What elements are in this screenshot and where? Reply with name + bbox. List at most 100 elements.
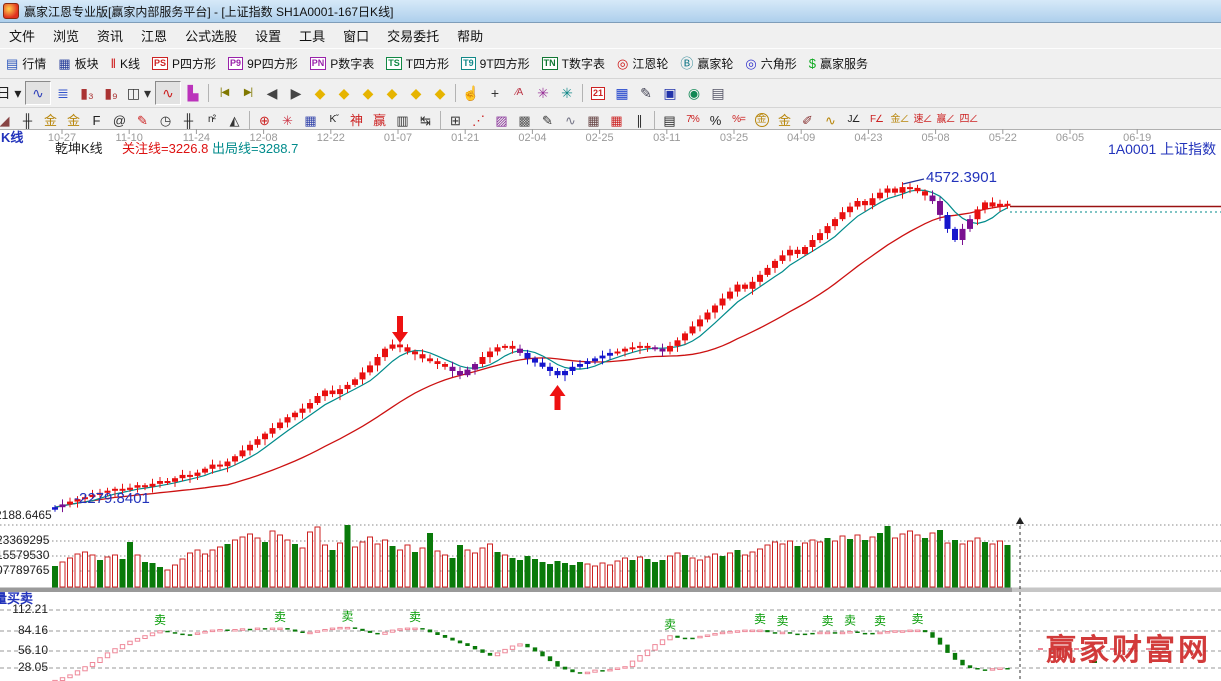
ying-angle-icon[interactable]: 赢∠ — [934, 110, 957, 130]
calendar-icon[interactable]: 21 — [586, 82, 610, 104]
menu-item-4[interactable]: 公式选股 — [176, 23, 246, 48]
toolbar-button-9t-square[interactable]: T99T四方形 — [455, 52, 536, 75]
chart-canvas[interactable]: 10-2711-1011-2412-0812-2201-0701-2102-04… — [0, 129, 1221, 681]
toolbar-button-hexagon[interactable]: ◎六角形 — [739, 52, 802, 75]
menu-item-5[interactable]: 设置 — [246, 23, 290, 48]
wave-zoom-icon[interactable]: ∿ — [155, 81, 181, 105]
trend-line-mode-icon[interactable]: ∿ — [25, 81, 51, 105]
f-comb-icon[interactable]: F — [85, 110, 108, 130]
pct-lines-icon[interactable]: %= — [727, 110, 750, 130]
nav-next-icon[interactable]: ▶ — [284, 82, 308, 104]
rb-grid-icon[interactable]: ▦ — [299, 110, 322, 130]
toolbar-button-kline[interactable]: ‖K线 — [105, 52, 146, 75]
time-circle-icon[interactable]: ◷ — [154, 110, 177, 130]
zoom-vout-diamond-icon[interactable]: ◆ — [404, 82, 428, 104]
pencil-ruler-icon[interactable]: ✎ — [131, 110, 154, 130]
toolbar-button-p-square[interactable]: PSP四方形 — [146, 52, 222, 75]
gold-lines-icon[interactable]: 金 — [773, 110, 796, 130]
candle-style-dropdown-icon[interactable]: ◫ ▾ — [123, 82, 155, 104]
j-angle-icon[interactable]: J∠ — [842, 110, 865, 130]
pane-splitter-track[interactable] — [1012, 588, 1221, 593]
save-icon[interactable]: ▣ — [658, 82, 682, 104]
menu-item-6[interactable]: 工具 — [290, 23, 334, 48]
zoom-left-diamond-icon[interactable]: ◆ — [308, 82, 332, 104]
comb-icon[interactable]: ╫ — [177, 110, 200, 130]
crosshair-tool-icon[interactable]: + — [483, 82, 507, 104]
winner-wheel-icon: Ⓑ — [680, 57, 693, 70]
calculator-icon[interactable]: ▦ — [610, 82, 634, 104]
toolbar-button-winner-wheel[interactable]: Ⓑ赢家轮 — [674, 52, 739, 75]
eraser-icon[interactable]: ◢ — [0, 110, 16, 130]
zoom-vin-diamond-icon[interactable]: ◆ — [428, 82, 452, 104]
spiral-icon[interactable]: @ — [108, 110, 131, 130]
purple-grid-icon[interactable]: ▨ — [490, 110, 513, 130]
grid-dark-icon[interactable]: ▦ — [582, 110, 605, 130]
n-squared-icon[interactable]: n² — [200, 110, 223, 130]
toolbar-button-t-square[interactable]: TST四方形 — [380, 52, 455, 75]
toolbar-button-quotes[interactable]: ▤行情 — [0, 52, 52, 75]
star-purple-tool-icon[interactable]: ✳ — [531, 82, 555, 104]
mirror-angle-icon[interactable]: ◭ — [223, 110, 246, 130]
gold-comb-1-icon[interactable]: 金 — [39, 110, 62, 130]
candle — [885, 189, 891, 193]
nav-last-icon[interactable]: ▶| — [236, 82, 260, 104]
pct-angle-icon[interactable]: 7% — [681, 110, 704, 130]
toolbar-button-9p-square[interactable]: P99P四方形 — [222, 52, 304, 75]
fan-lines-icon[interactable]: ⋰ — [467, 110, 490, 130]
zoom-right-diamond-icon[interactable]: ◆ — [332, 82, 356, 104]
speed-angle-icon[interactable]: 速∠ — [911, 110, 934, 130]
shen-tool-icon[interactable]: 神 — [345, 110, 368, 130]
price-bars-icon[interactable]: ▤ — [658, 110, 681, 130]
web-update-icon[interactable]: ◉ — [682, 82, 706, 104]
h-span-icon[interactable]: ↹ — [414, 110, 437, 130]
bars-3-icon[interactable]: ▮₃ — [75, 82, 99, 104]
menu-item-1[interactable]: 浏览 — [44, 23, 88, 48]
hand-tool-icon[interactable]: ☝ — [459, 82, 483, 104]
candle-pencil-icon[interactable]: ✐ — [796, 110, 819, 130]
toolbar-button-p-number-table[interactable]: PNP数字表 — [304, 52, 381, 75]
percent-icon[interactable]: % — [704, 110, 727, 130]
zoom-hout-diamond-icon[interactable]: ◆ — [356, 82, 380, 104]
print-icon[interactable]: ▤ — [706, 82, 730, 104]
zigzag-icon[interactable]: ∿ — [559, 110, 582, 130]
info-f10-icon[interactable]: ≣ — [51, 82, 75, 104]
wave-gold-icon[interactable]: ∿ — [819, 110, 842, 130]
menu-item-7[interactable]: 窗口 — [334, 23, 378, 48]
gold-comb-2-icon[interactable]: 金 — [62, 110, 85, 130]
nav-prev-icon[interactable]: ◀ — [260, 82, 284, 104]
toolbar-button-sectors[interactable]: ▦板块 — [52, 52, 104, 75]
gold-circle-icon[interactable]: 金 — [750, 110, 773, 130]
title-bar[interactable]: 赢家江恩专业版[赢家内部服务平台] - [上证指数 SH1A0001-167日K… — [0, 0, 1221, 23]
menu-item-8[interactable]: 交易委托 — [378, 23, 448, 48]
toolbar-button-t-number-table[interactable]: TNT数字表 — [536, 52, 611, 75]
menu-item-3[interactable]: 江恩 — [132, 23, 176, 48]
color-histogram-icon[interactable]: ▙ — [181, 82, 205, 104]
star-teal-tool-icon[interactable]: ✳ — [555, 82, 579, 104]
rb-star-icon[interactable]: ✳ — [276, 110, 299, 130]
menu-item-2[interactable]: 资讯 — [88, 23, 132, 48]
period-day-dropdown-icon[interactable]: 日 ▾ — [0, 82, 25, 104]
four-angle-icon[interactable]: 四∠ — [957, 110, 980, 130]
f-angle-icon[interactable]: F∠ — [865, 110, 888, 130]
frame-tool-icon[interactable]: ⊞ — [444, 110, 467, 130]
zoom-hin-diamond-icon[interactable]: ◆ — [380, 82, 404, 104]
gann-grid-1-icon[interactable]: ╫ — [16, 110, 39, 130]
nav-first-icon[interactable]: |◀ — [212, 82, 236, 104]
annotate-tool-icon[interactable]: ∕A — [507, 82, 531, 104]
toolbar-button-winner-service[interactable]: $赢家服务 — [803, 52, 874, 75]
gold-angle-icon[interactable]: 金∠ — [888, 110, 911, 130]
k-quote-icon[interactable]: K˝ — [322, 110, 345, 130]
menu-item-9[interactable]: 帮助 — [448, 23, 492, 48]
parallel-lines-icon[interactable]: ∥ — [628, 110, 651, 130]
toolbar-button-gann-wheel[interactable]: ◎江恩轮 — [611, 52, 674, 75]
ying-tool-icon[interactable]: 赢 — [368, 110, 391, 130]
bars-9-icon[interactable]: ▮₉ — [99, 82, 123, 104]
pencil-line-icon[interactable]: ✎ — [536, 110, 559, 130]
notes-icon[interactable]: ✎ — [634, 82, 658, 104]
ruler-123-icon[interactable]: ▥ — [391, 110, 414, 130]
grid-red-icon[interactable]: ▦ — [605, 110, 628, 130]
red-target-icon[interactable]: ⊕ — [253, 110, 276, 130]
menu-item-0[interactable]: 文件 — [0, 23, 44, 48]
kline-tab[interactable]: K线 — [1, 131, 23, 145]
shade-grid-icon[interactable]: ▩ — [513, 110, 536, 130]
